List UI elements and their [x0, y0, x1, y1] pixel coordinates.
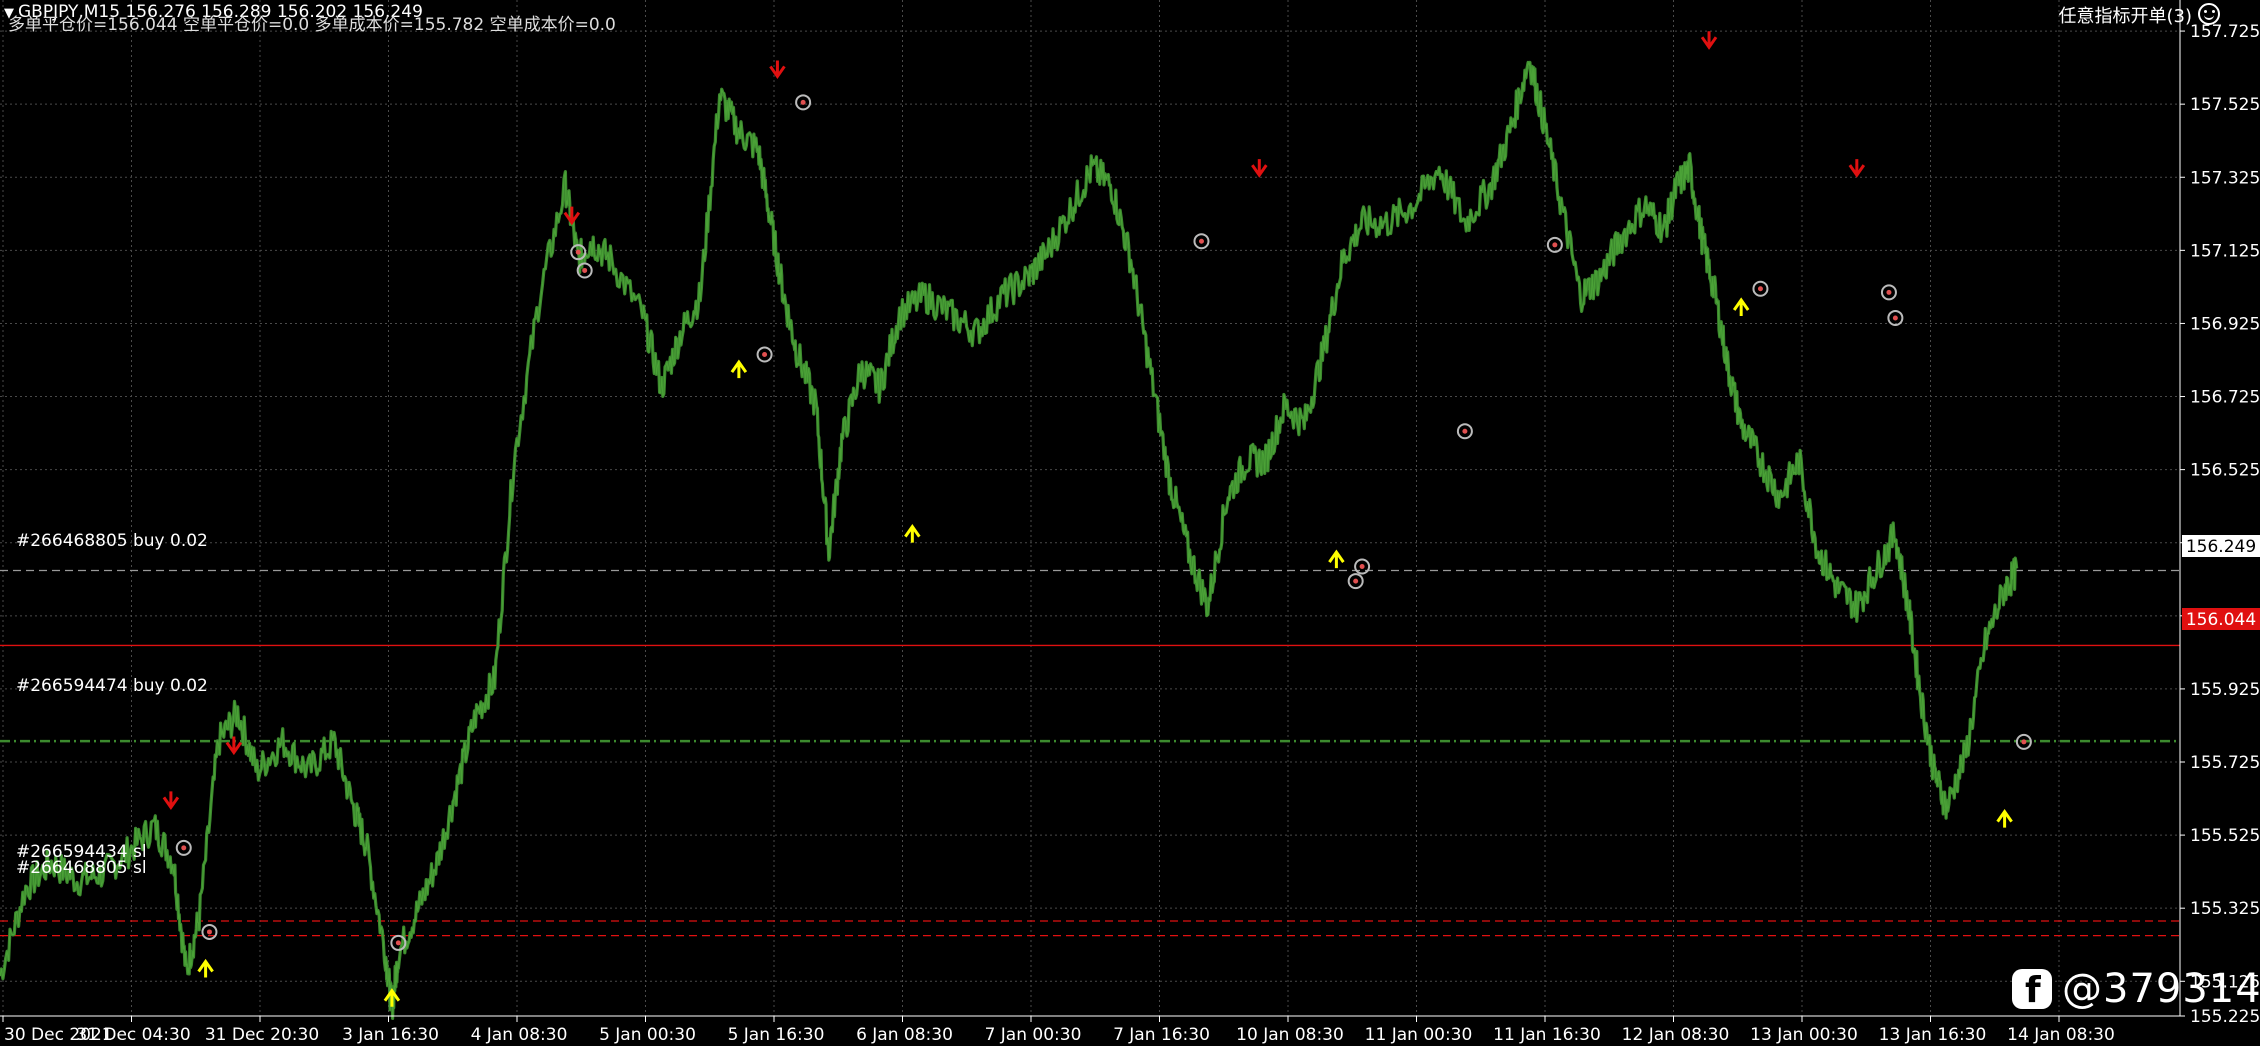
price-axis-ticks: 157.725 157.525 157.325 157.125 156.925 156.7…: [2180, 22, 2260, 1027]
order-marker-dot: [395, 940, 401, 946]
price-tick-label: 157.325: [2190, 168, 2260, 188]
time-tick-label: 3 Jan 16:30: [342, 1025, 439, 1045]
price-tick-label: 155.525: [2190, 826, 2260, 846]
smiley-icon[interactable]: [2198, 3, 2220, 25]
time-tick-label: 31 Dec 04:30: [76, 1025, 190, 1045]
order-marker-dot: [1198, 238, 1204, 244]
order-label-sl-b[interactable]: #266468805 sl: [16, 858, 147, 878]
time-tick-label: 12 Jan 08:30: [1622, 1025, 1730, 1045]
order-marker-dot: [762, 352, 768, 358]
order-marker-dot: [800, 99, 806, 105]
price-tick-label: 156.525: [2190, 461, 2260, 481]
price-tick-label: 155.725: [2190, 753, 2260, 773]
position-stats-line: 多单平仓价=156.044 空单平仓价=0.0 多单成本价=155.782 空单…: [8, 15, 616, 35]
price-tick-label: 157.125: [2190, 241, 2260, 261]
price-tick-label: 155.325: [2190, 899, 2260, 919]
time-tick-label: 5 Jan 00:30: [599, 1025, 696, 1045]
time-tick-label: 13 Jan 16:30: [1879, 1025, 1987, 1045]
price-tick-label: 156.925: [2190, 314, 2260, 334]
order-marker-dot: [1552, 242, 1558, 248]
time-tick-label: 4 Jan 08:30: [471, 1025, 568, 1045]
price-chart[interactable]: 157.725 157.525 157.325 157.125 156.925 156.7…: [0, 0, 2260, 1046]
price-tick-label: 156.725: [2190, 388, 2260, 408]
plot-area[interactable]: [0, 0, 2180, 1016]
time-tick-label: 7 Jan 00:30: [985, 1025, 1082, 1045]
order-marker-dot: [1353, 578, 1359, 584]
order-marker-dot: [2021, 739, 2027, 745]
close-price-label: 156.044: [2186, 610, 2256, 630]
order-label-buy-top[interactable]: #266468805 buy 0.02: [16, 531, 208, 551]
price-tick-label: 155.925: [2190, 680, 2260, 700]
time-tick-label: 11 Jan 16:30: [1493, 1025, 1601, 1045]
order-marker-dot: [181, 845, 187, 851]
time-axis-ticks: 30 Dec 202131 Dec 04:30 31 Dec 20:30 3 Jan…: [2, 1016, 2115, 1045]
price-tick-label: 157.725: [2190, 22, 2260, 42]
order-marker-dot: [206, 929, 212, 935]
order-marker-dot: [1892, 315, 1898, 321]
time-tick-label: 31 Dec 20:30: [205, 1025, 319, 1045]
watermark-text: @379314: [2062, 966, 2260, 1012]
order-marker-dot: [1886, 289, 1892, 295]
time-tick-label: 6 Jan 08:30: [856, 1025, 953, 1045]
order-marker-dot: [575, 249, 581, 255]
time-tick-label: 11 Jan 00:30: [1365, 1025, 1473, 1045]
watermark: f @379314: [2012, 965, 2260, 1013]
facebook-icon: f: [2012, 969, 2052, 1011]
time-tick-label: 13 Jan 00:30: [1750, 1025, 1858, 1045]
time-tick-label: 7 Jan 16:30: [1113, 1025, 1210, 1045]
indicator-order-label[interactable]: 任意指标开单(3): [2059, 2, 2193, 28]
order-marker-dot: [1462, 428, 1468, 434]
time-tick-label: 5 Jan 16:30: [728, 1025, 825, 1045]
order-marker-dot: [582, 267, 588, 273]
order-marker-dot: [1757, 286, 1763, 292]
time-tick-label: 10 Jan 08:30: [1236, 1025, 1344, 1045]
order-label-buy-mid[interactable]: #266594474 buy 0.02: [16, 676, 208, 696]
current-price-label: 156.249: [2186, 537, 2256, 557]
price-tick-label: 157.525: [2190, 95, 2260, 115]
time-tick-label: 14 Jan 08:30: [2007, 1025, 2115, 1045]
order-marker-dot: [1359, 563, 1365, 569]
